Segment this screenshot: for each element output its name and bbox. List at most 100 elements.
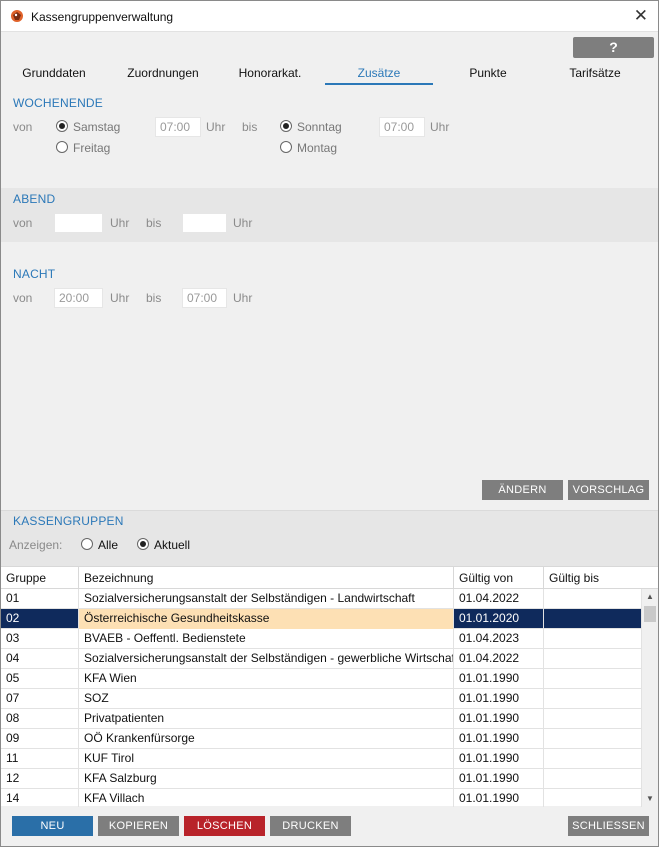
cell-gueltig-bis — [544, 609, 642, 629]
tab-zusaetze[interactable]: Zusätze — [325, 63, 433, 85]
wochenende-title: WOCHENENDE — [13, 96, 104, 110]
wochenende-end-time-input[interactable]: 07:00 — [379, 117, 425, 137]
tab-tarifsaetze[interactable]: Tarifsätze — [549, 63, 641, 85]
abend-to-input[interactable] — [182, 213, 227, 233]
table-row[interactable]: 12 KFA Salzburg 01.01.1990 — [1, 769, 642, 789]
radio-aktuell[interactable] — [137, 538, 149, 550]
cell-gueltig-von: 01.04.2023 — [454, 629, 544, 649]
footer-bar: NEU KOPIEREN LÖSCHEN DRUCKEN SCHLIESSEN — [1, 807, 658, 846]
cell-gruppe: 04 — [1, 649, 79, 669]
cell-gruppe: 08 — [1, 709, 79, 729]
table-row[interactable]: 05 KFA Wien 01.01.1990 — [1, 669, 642, 689]
radio-sonntag[interactable] — [280, 120, 292, 132]
nacht-to-input[interactable]: 07:00 — [182, 288, 227, 308]
aktuell-label: Aktuell — [154, 538, 191, 552]
cell-gueltig-bis — [544, 669, 642, 689]
cell-gueltig-von: 01.04.2022 — [454, 649, 544, 669]
wochenende-uhr-label-1: Uhr — [206, 120, 226, 134]
cell-gueltig-bis — [544, 689, 642, 709]
table-row[interactable]: 11 KUF Tirol 01.01.1990 — [1, 749, 642, 769]
nacht-uhr-label-1: Uhr — [110, 291, 130, 305]
table-row[interactable]: 07 SOZ 01.01.1990 — [1, 689, 642, 709]
table-scrollbar[interactable]: ▲ ▼ — [642, 589, 658, 807]
tab-grunddaten[interactable]: Grunddaten — [9, 63, 99, 85]
cell-gruppe: 03 — [1, 629, 79, 649]
cell-bezeichnung: KFA Salzburg — [79, 769, 454, 789]
cell-gruppe: 05 — [1, 669, 79, 689]
radio-montag[interactable] — [280, 141, 292, 153]
tab-punkte[interactable]: Punkte — [443, 63, 533, 85]
abend-uhr-label-2: Uhr — [233, 216, 253, 230]
table-header: Gruppe Bezeichnung Gültig von Gültig bis — [1, 567, 658, 589]
cell-gueltig-von: 01.01.1990 — [454, 789, 544, 809]
table-row[interactable]: 14 KFA Villach 01.01.1990 — [1, 789, 642, 809]
cell-gueltig-von: 01.01.1990 — [454, 749, 544, 769]
cell-bezeichnung: Sozialversicherungsanstalt der Selbständ… — [79, 589, 454, 609]
schliessen-button[interactable]: SCHLIESSEN — [568, 816, 649, 836]
kassengruppen-title: KASSENGRUPPEN — [13, 514, 124, 528]
radio-samstag[interactable] — [56, 120, 68, 132]
abend-from-input[interactable] — [54, 213, 103, 233]
table-row[interactable]: 01 Sozialversicherungsanstalt der Selbstä… — [1, 589, 642, 609]
freitag-label: Freitag — [73, 141, 111, 155]
table-body: 01 Sozialversicherungsanstalt der Selbstä… — [1, 589, 642, 809]
table-row[interactable]: 09 OÖ Krankenfürsorge 01.01.1990 — [1, 729, 642, 749]
vorschlag-button[interactable]: VORSCHLAG — [568, 480, 649, 500]
loeschen-button[interactable]: LÖSCHEN — [184, 816, 265, 836]
drucken-button[interactable]: DRUCKEN — [270, 816, 351, 836]
nacht-from-input[interactable]: 20:00 — [54, 288, 103, 308]
col-gueltig-von-header[interactable]: Gültig von — [454, 567, 544, 589]
radio-alle[interactable] — [81, 538, 93, 550]
cell-gueltig-von: 01.01.1990 — [454, 669, 544, 689]
dialog-window: Kassengruppenverwaltung ✕ ? Grunddaten Z… — [0, 0, 659, 847]
nacht-title: NACHT — [13, 267, 56, 281]
radio-freitag[interactable] — [56, 141, 68, 153]
aendern-button[interactable]: ÄNDERN — [482, 480, 563, 500]
table-row[interactable]: 03 BVAEB - Oeffentl. Bedienstete 01.04.202… — [1, 629, 642, 649]
cell-bezeichnung: SOZ — [79, 689, 454, 709]
cell-gruppe: 12 — [1, 769, 79, 789]
cell-gueltig-von: 01.04.2022 — [454, 589, 544, 609]
cell-bezeichnung: Österreichische Gesundheitskasse — [79, 609, 454, 629]
scroll-up-icon[interactable]: ▲ — [642, 589, 658, 605]
wochenende-start-time-input[interactable]: 07:00 — [155, 117, 201, 137]
scroll-down-icon[interactable]: ▼ — [642, 791, 658, 807]
col-gruppe-header[interactable]: Gruppe — [1, 567, 79, 589]
tab-honorarkat[interactable]: Honorarkat. — [223, 63, 317, 85]
col-gueltig-bis-header[interactable]: Gültig bis — [544, 567, 658, 589]
cell-gruppe: 14 — [1, 789, 79, 809]
cell-gueltig-bis — [544, 649, 642, 669]
cell-gruppe: 02 — [1, 609, 79, 629]
cell-gueltig-von: 01.01.1990 — [454, 769, 544, 789]
table-row[interactable]: 02 Österreichische Gesundheitskasse 01.01.… — [1, 609, 642, 629]
montag-label: Montag — [297, 141, 338, 155]
abend-von-label: von — [13, 216, 33, 230]
tab-zuordnungen[interactable]: Zuordnungen — [113, 63, 213, 85]
cell-gruppe: 11 — [1, 749, 79, 769]
table-row[interactable]: 08 Privatpatienten 01.01.1990 — [1, 709, 642, 729]
kassengruppen-table: Gruppe Bezeichnung Gültig von Gültig bis… — [1, 566, 658, 809]
tab-bar: Grunddaten Zuordnungen Honorarkat. Zusät… — [1, 63, 658, 85]
close-icon[interactable]: ✕ — [634, 6, 648, 26]
app-logo-icon — [11, 10, 23, 22]
cell-gueltig-von: 01.01.1990 — [454, 709, 544, 729]
cell-bezeichnung: OÖ Krankenfürsorge — [79, 729, 454, 749]
table-row[interactable]: 04 Sozialversicherungsanstalt der Selbstä… — [1, 649, 642, 669]
wochenende-von-label: von — [13, 120, 33, 134]
cell-bezeichnung: Sozialversicherungsanstalt der Selbständ… — [79, 649, 454, 669]
kopieren-button[interactable]: KOPIEREN — [98, 816, 179, 836]
cell-gruppe: 01 — [1, 589, 79, 609]
samstag-label: Samstag — [73, 120, 121, 134]
scroll-thumb[interactable] — [644, 606, 656, 622]
col-bezeichnung-header[interactable]: Bezeichnung — [79, 567, 454, 589]
cell-gueltig-bis — [544, 589, 642, 609]
help-button[interactable]: ? — [573, 37, 654, 58]
cell-gueltig-bis — [544, 709, 642, 729]
sonntag-label: Sonntag — [297, 120, 342, 134]
wochenende-uhr-label-2: Uhr — [430, 120, 450, 134]
cell-gueltig-bis — [544, 629, 642, 649]
wochenende-bis-label: bis — [242, 120, 258, 134]
cell-bezeichnung: KUF Tirol — [79, 749, 454, 769]
neu-button[interactable]: NEU — [12, 816, 93, 836]
window-title: Kassengruppenverwaltung — [31, 10, 174, 24]
